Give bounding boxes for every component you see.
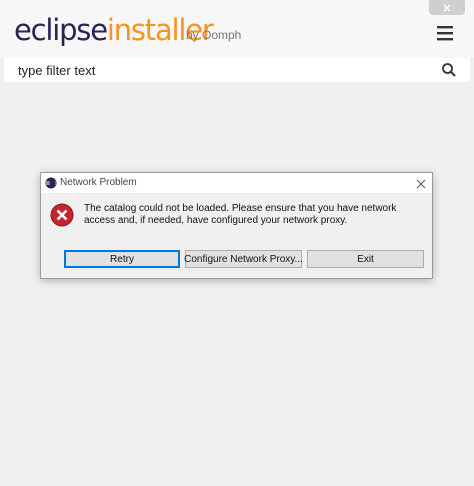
- search-input[interactable]: [18, 59, 418, 81]
- configure-network-proxy-button[interactable]: Configure Network Proxy...: [184, 250, 303, 268]
- close-icon: [443, 3, 451, 12]
- byline: by Oomph: [186, 28, 242, 42]
- hamburger-menu-icon: [437, 26, 453, 41]
- eclipse-icon: [45, 177, 57, 189]
- search-icon: [442, 63, 456, 77]
- close-icon: [416, 179, 426, 189]
- exit-button[interactable]: Exit: [307, 250, 424, 268]
- logo-eclipse-text: eclipse: [14, 13, 108, 47]
- retry-button[interactable]: Retry: [64, 250, 180, 268]
- eclipse-installer-logo: eclipseinstaller: [14, 12, 214, 48]
- dialog-titlebar: Network Problem: [41, 173, 432, 193]
- dialog-close-button[interactable]: [415, 177, 427, 189]
- app-header: eclipseinstaller by Oomph: [0, 0, 474, 58]
- network-problem-dialog: Network Problem The catalog could not be…: [40, 172, 433, 279]
- window-close-button[interactable]: [429, 0, 465, 15]
- error-icon: [50, 203, 74, 227]
- dialog-title: Network Problem: [60, 177, 137, 188]
- error-message: The catalog could not be loaded. Please …: [84, 203, 397, 226]
- menu-button[interactable]: [436, 24, 456, 42]
- search-button[interactable]: [441, 62, 457, 78]
- search-bar: [4, 58, 470, 82]
